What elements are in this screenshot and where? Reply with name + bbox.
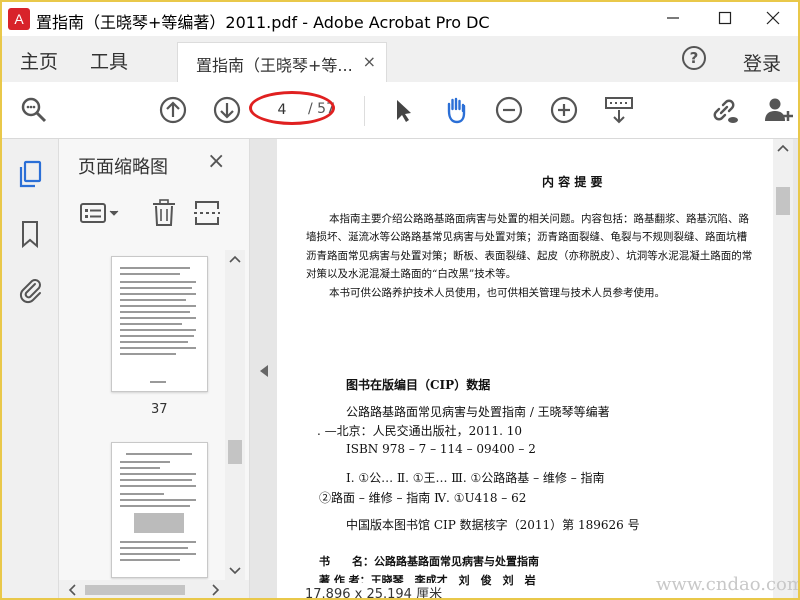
document-tab-close-icon[interactable]: × [363, 52, 376, 71]
panel-collapse-bar[interactable] [249, 139, 278, 598]
minimize-icon [667, 17, 679, 19]
acrobat-logo-icon: A [8, 8, 30, 30]
paragraph-line: 沥青路面常见病害与处置对策；断板、表面裂缝、起皮（亦称脱皮）、坑洞等水泥混凝土路… [306, 250, 753, 262]
zoom-in-icon[interactable] [548, 94, 580, 126]
page-display-icon[interactable] [603, 94, 635, 126]
cip-line: Ⅰ. ①公… Ⅱ. ①王… Ⅲ. ①公路路基 – 维修 – 指南 [346, 471, 605, 485]
left-navigation-rail [2, 139, 59, 598]
add-user-icon[interactable] [762, 94, 794, 126]
tab-home[interactable]: 主页 [20, 47, 58, 74]
login-button[interactable]: 登录 [743, 49, 781, 76]
thumbnail-hscroll-thumb[interactable] [85, 585, 185, 595]
zoom-search-icon[interactable] [18, 94, 50, 126]
cip-line: ISBN 978 – 7 – 114 – 09400 – 2 [346, 442, 536, 456]
maximize-icon [718, 11, 732, 25]
thumbnail-vertical-scrollbar[interactable] [225, 250, 245, 580]
previous-page-icon[interactable] [157, 94, 189, 126]
scroll-left-icon[interactable] [63, 580, 81, 600]
hand-tool-icon[interactable] [440, 94, 472, 126]
tab-bar: 主页 工具 置指南（王晓琴+等... × ? 登录 [2, 36, 798, 83]
title-bar: A 置指南（王晓琴+等编著）2011.pdf - Adobe Acrobat P… [2, 2, 798, 36]
main-toolbar: / 57 [2, 82, 798, 139]
minimize-button[interactable] [648, 2, 698, 34]
pdf-page: 内 容 提 要 本指南主要介绍公路路基路面病害与处置的相关问题。内容包括：路基翻… [277, 139, 773, 598]
doc-scroll-up-icon[interactable] [773, 139, 793, 157]
annotation-ellipse [249, 91, 335, 125]
cip-line: . —北京：人民交通出版社，2011. 10 [317, 424, 523, 438]
cip-line: 中国版本图书馆 CIP 数据核字（2011）第 189626 号 [346, 518, 640, 532]
thumbnail-horizontal-scrollbar[interactable] [59, 580, 249, 600]
document-tab[interactable]: 置指南（王晓琴+等... × [177, 42, 387, 83]
select-cursor-icon[interactable] [387, 94, 419, 126]
tab-tools[interactable]: 工具 [90, 47, 128, 74]
thumbnail-options-icon[interactable] [79, 201, 123, 225]
scroll-down-icon[interactable] [225, 562, 245, 580]
attachment-icon[interactable] [16, 275, 44, 305]
close-window-button[interactable] [748, 2, 798, 34]
site-watermark: www.cndao.com [656, 574, 800, 595]
document-viewer: 内 容 提 要 本指南主要介绍公路路基路面病害与处置的相关问题。内容包括：路基翻… [277, 139, 798, 598]
thumbnail-page[interactable] [111, 256, 208, 392]
collapse-left-icon[interactable] [250, 361, 278, 381]
delete-page-icon[interactable] [151, 199, 177, 227]
page-thumbnails-icon[interactable] [16, 159, 44, 189]
cip-title: 图书在版编目（CIP）数据 [346, 378, 491, 392]
share-link-icon[interactable] [708, 94, 740, 126]
paragraph-line: 本指南主要介绍公路路基路面病害与处置的相关问题。内容包括：路基翻浆、路基沉陷、路 [329, 213, 749, 225]
thumbnail-page-number: 37 [151, 402, 168, 417]
zoom-out-icon[interactable] [493, 94, 525, 126]
paragraph-line: 本书可供公路养护技术人员使用，也可供相关管理与技术人员参考使用。 [329, 287, 665, 299]
toolbar-divider [364, 96, 365, 126]
scroll-right-icon[interactable] [207, 580, 225, 600]
book-title-line: 书 名：公路路基路面常见病害与处置指南 [319, 555, 539, 568]
document-scroll-thumb[interactable] [776, 187, 790, 215]
bookmark-icon[interactable] [16, 219, 44, 249]
scroll-up-icon[interactable] [225, 250, 245, 268]
maximize-button[interactable] [700, 2, 750, 34]
cip-line: 公路路基路面常见病害与处置指南 / 王晓琴等编著 [346, 405, 610, 419]
thumbnail-panel: 页面缩略图 × 37 [59, 139, 249, 600]
thumbnail-page[interactable] [111, 442, 208, 578]
paragraph-line: 墙损坏、涎流冰等公路路基常见病害与处置对策；沥青路面裂缝、龟裂与不规则裂缝、路面… [306, 231, 747, 243]
cip-line: ②路面 – 维修 – 指南 Ⅳ. ①U418 – 62 [319, 491, 527, 505]
page-heading: 内 容 提 要 [542, 175, 603, 189]
window-title: 置指南（王晓琴+等编著）2011.pdf - Adobe Acrobat Pro… [36, 13, 490, 32]
acrobat-window: A 置指南（王晓琴+等编著）2011.pdf - Adobe Acrobat P… [0, 0, 800, 600]
document-tab-label: 置指南（王晓琴+等... [196, 56, 353, 75]
paragraph-line: 对策以及水泥混凝土路面的“白改黑”技术等。 [306, 268, 517, 280]
document-vertical-scrollbar[interactable] [773, 139, 793, 598]
panel-close-icon[interactable]: × [207, 149, 225, 174]
thumbnail-scroll-thumb[interactable] [228, 440, 242, 464]
help-icon[interactable]: ? [682, 46, 706, 70]
close-icon [766, 11, 780, 25]
thumbnail-panel-title: 页面缩略图 [78, 157, 168, 178]
next-page-icon[interactable] [211, 94, 243, 126]
extract-pages-icon[interactable] [193, 199, 221, 227]
page-size-indicator: 17.896 x 25.194 厘米 [301, 583, 447, 598]
